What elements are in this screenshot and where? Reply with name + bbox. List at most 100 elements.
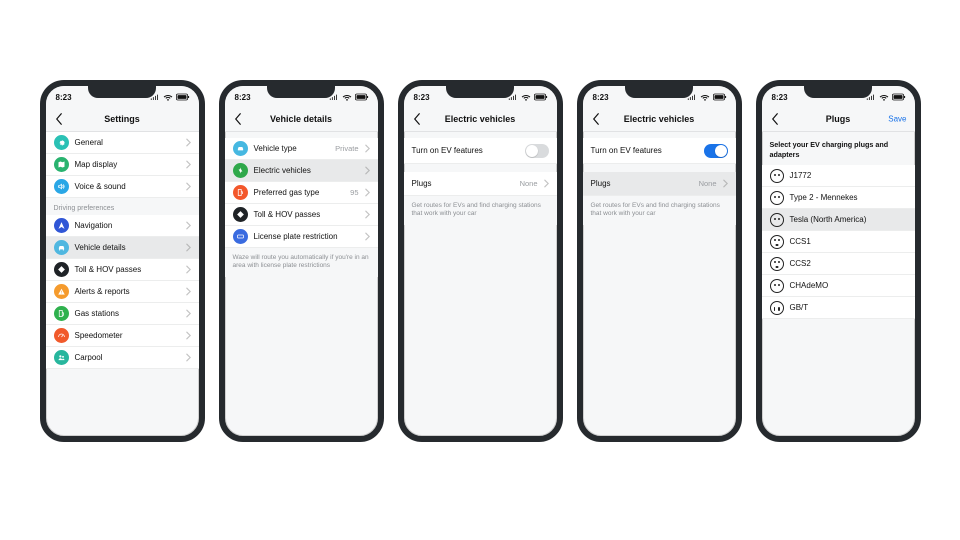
toll-icon xyxy=(233,207,248,222)
row-preferred-gas[interactable]: Preferred gas type 95 xyxy=(225,182,378,204)
row-vehicle-details[interactable]: Vehicle details xyxy=(46,237,199,259)
nav-bar: Electric vehicles xyxy=(404,106,557,132)
save-button[interactable]: Save xyxy=(888,114,906,123)
plugs-content: Select your EV charging plugs and adapte… xyxy=(762,132,915,319)
page-title: Plugs xyxy=(826,114,851,124)
status-time: 8:23 xyxy=(56,93,72,102)
device-notch xyxy=(804,86,872,98)
speedometer-icon xyxy=(54,328,69,343)
nav-bar: Plugs Save xyxy=(762,106,915,132)
navigation-icon xyxy=(54,218,69,233)
row-electric-vehicles[interactable]: Electric vehicles xyxy=(225,160,378,182)
section-driving-prefs: Driving preferences xyxy=(46,198,199,215)
plug-row-tesla-na[interactable]: Tesla (North America) xyxy=(762,209,915,231)
chevron-right-icon xyxy=(186,353,191,362)
plug-icon xyxy=(770,191,784,205)
chevron-right-icon xyxy=(186,138,191,147)
alert-icon xyxy=(54,284,69,299)
back-button[interactable] xyxy=(589,112,603,126)
gear-icon xyxy=(54,135,69,150)
page-title: Electric vehicles xyxy=(624,114,695,124)
phone-ev-on: 8:23 Electric vehicles Turn on EV featur… xyxy=(577,80,742,442)
plugs-value: None xyxy=(520,179,538,188)
ev-hint: Get routes for EVs and find charging sta… xyxy=(583,196,736,225)
gas-icon xyxy=(233,185,248,200)
back-button[interactable] xyxy=(52,112,66,126)
ev-content: Turn on EV features Plugs None Get route… xyxy=(583,132,736,225)
ev-toggle[interactable] xyxy=(525,144,549,158)
back-button[interactable] xyxy=(768,112,782,126)
row-toll-hov[interactable]: Toll & HOV passes xyxy=(225,204,378,226)
chevron-right-icon xyxy=(723,179,728,188)
row-general[interactable]: General xyxy=(46,132,199,154)
car-icon xyxy=(233,141,248,156)
row-vehicle-type[interactable]: Vehicle type Private xyxy=(225,138,378,160)
plug-row-j1772[interactable]: J1772 xyxy=(762,165,915,187)
row-license-plate[interactable]: License plate restriction xyxy=(225,226,378,248)
plug-icon xyxy=(770,279,784,293)
chevron-right-icon xyxy=(186,221,191,230)
phone-plugs: 8:23 Plugs Save Select your EV charging … xyxy=(756,80,921,442)
volume-icon xyxy=(54,179,69,194)
row-map-display[interactable]: Map display xyxy=(46,154,199,176)
row-alerts-reports[interactable]: Alerts & reports xyxy=(46,281,199,303)
ev-toggle[interactable] xyxy=(704,144,728,158)
row-navigation[interactable]: Navigation xyxy=(46,215,199,237)
back-button[interactable] xyxy=(231,112,245,126)
gas-icon xyxy=(54,306,69,321)
plug-icon xyxy=(770,257,784,271)
plug-row-ccs2[interactable]: CCS2 xyxy=(762,253,915,275)
chevron-right-icon xyxy=(365,232,370,241)
license-plate-icon xyxy=(233,229,248,244)
phone-ev-off: 8:23 Electric vehicles Turn on EV featur… xyxy=(398,80,563,442)
plug-row-type2[interactable]: Type 2 - Mennekes xyxy=(762,187,915,209)
nav-bar: Vehicle details xyxy=(225,106,378,132)
plug-icon xyxy=(770,235,784,249)
ev-hint: Get routes for EVs and find charging sta… xyxy=(404,196,557,225)
vehicle-type-value: Private xyxy=(335,144,358,153)
row-plugs[interactable]: Plugs None xyxy=(583,172,736,196)
page-title: Settings xyxy=(104,114,140,124)
phone-vehicle-details: 8:23 Vehicle details Vehicle type Privat… xyxy=(219,80,384,442)
nav-bar: Electric vehicles xyxy=(583,106,736,132)
plug-icon xyxy=(770,213,784,227)
row-voice-sound[interactable]: Voice & sound xyxy=(46,176,199,198)
chevron-right-icon xyxy=(186,160,191,169)
gas-type-value: 95 xyxy=(350,188,358,197)
back-button[interactable] xyxy=(410,112,424,126)
plugs-instruction: Select your EV charging plugs and adapte… xyxy=(762,132,915,165)
map-icon xyxy=(54,157,69,172)
ev-content: Turn on EV features Plugs None Get route… xyxy=(404,132,557,225)
status-icons xyxy=(329,93,370,101)
plug-icon xyxy=(770,169,784,183)
car-icon xyxy=(54,240,69,255)
chevron-right-icon xyxy=(365,210,370,219)
plug-row-chademo[interactable]: CHAdeMO xyxy=(762,275,915,297)
status-time: 8:23 xyxy=(414,93,430,102)
plugs-value: None xyxy=(699,179,717,188)
settings-list: General Map display Voice & sound Drivin… xyxy=(46,132,199,369)
row-speedometer[interactable]: Speedometer xyxy=(46,325,199,347)
plug-row-gbt[interactable]: GB/T xyxy=(762,297,915,319)
plug-icon xyxy=(770,301,784,315)
plug-row-ccs1[interactable]: CCS1 xyxy=(762,231,915,253)
device-notch xyxy=(267,86,335,98)
row-plugs[interactable]: Plugs None xyxy=(404,172,557,196)
phone-settings: 8:23 Settings General Map display xyxy=(40,80,205,442)
status-time: 8:23 xyxy=(772,93,788,102)
carpool-icon xyxy=(54,350,69,365)
chevron-right-icon xyxy=(365,166,370,175)
row-gas-stations[interactable]: Gas stations xyxy=(46,303,199,325)
chevron-right-icon xyxy=(186,265,191,274)
row-toll-hov[interactable]: Toll & HOV passes xyxy=(46,259,199,281)
device-notch xyxy=(446,86,514,98)
row-carpool[interactable]: Carpool xyxy=(46,347,199,369)
device-notch xyxy=(625,86,693,98)
row-ev-toggle: Turn on EV features xyxy=(404,138,557,164)
chevron-right-icon xyxy=(365,188,370,197)
chevron-right-icon xyxy=(365,144,370,153)
device-notch xyxy=(88,86,156,98)
status-icons xyxy=(866,93,907,101)
status-icons xyxy=(150,93,191,101)
row-ev-toggle: Turn on EV features xyxy=(583,138,736,164)
